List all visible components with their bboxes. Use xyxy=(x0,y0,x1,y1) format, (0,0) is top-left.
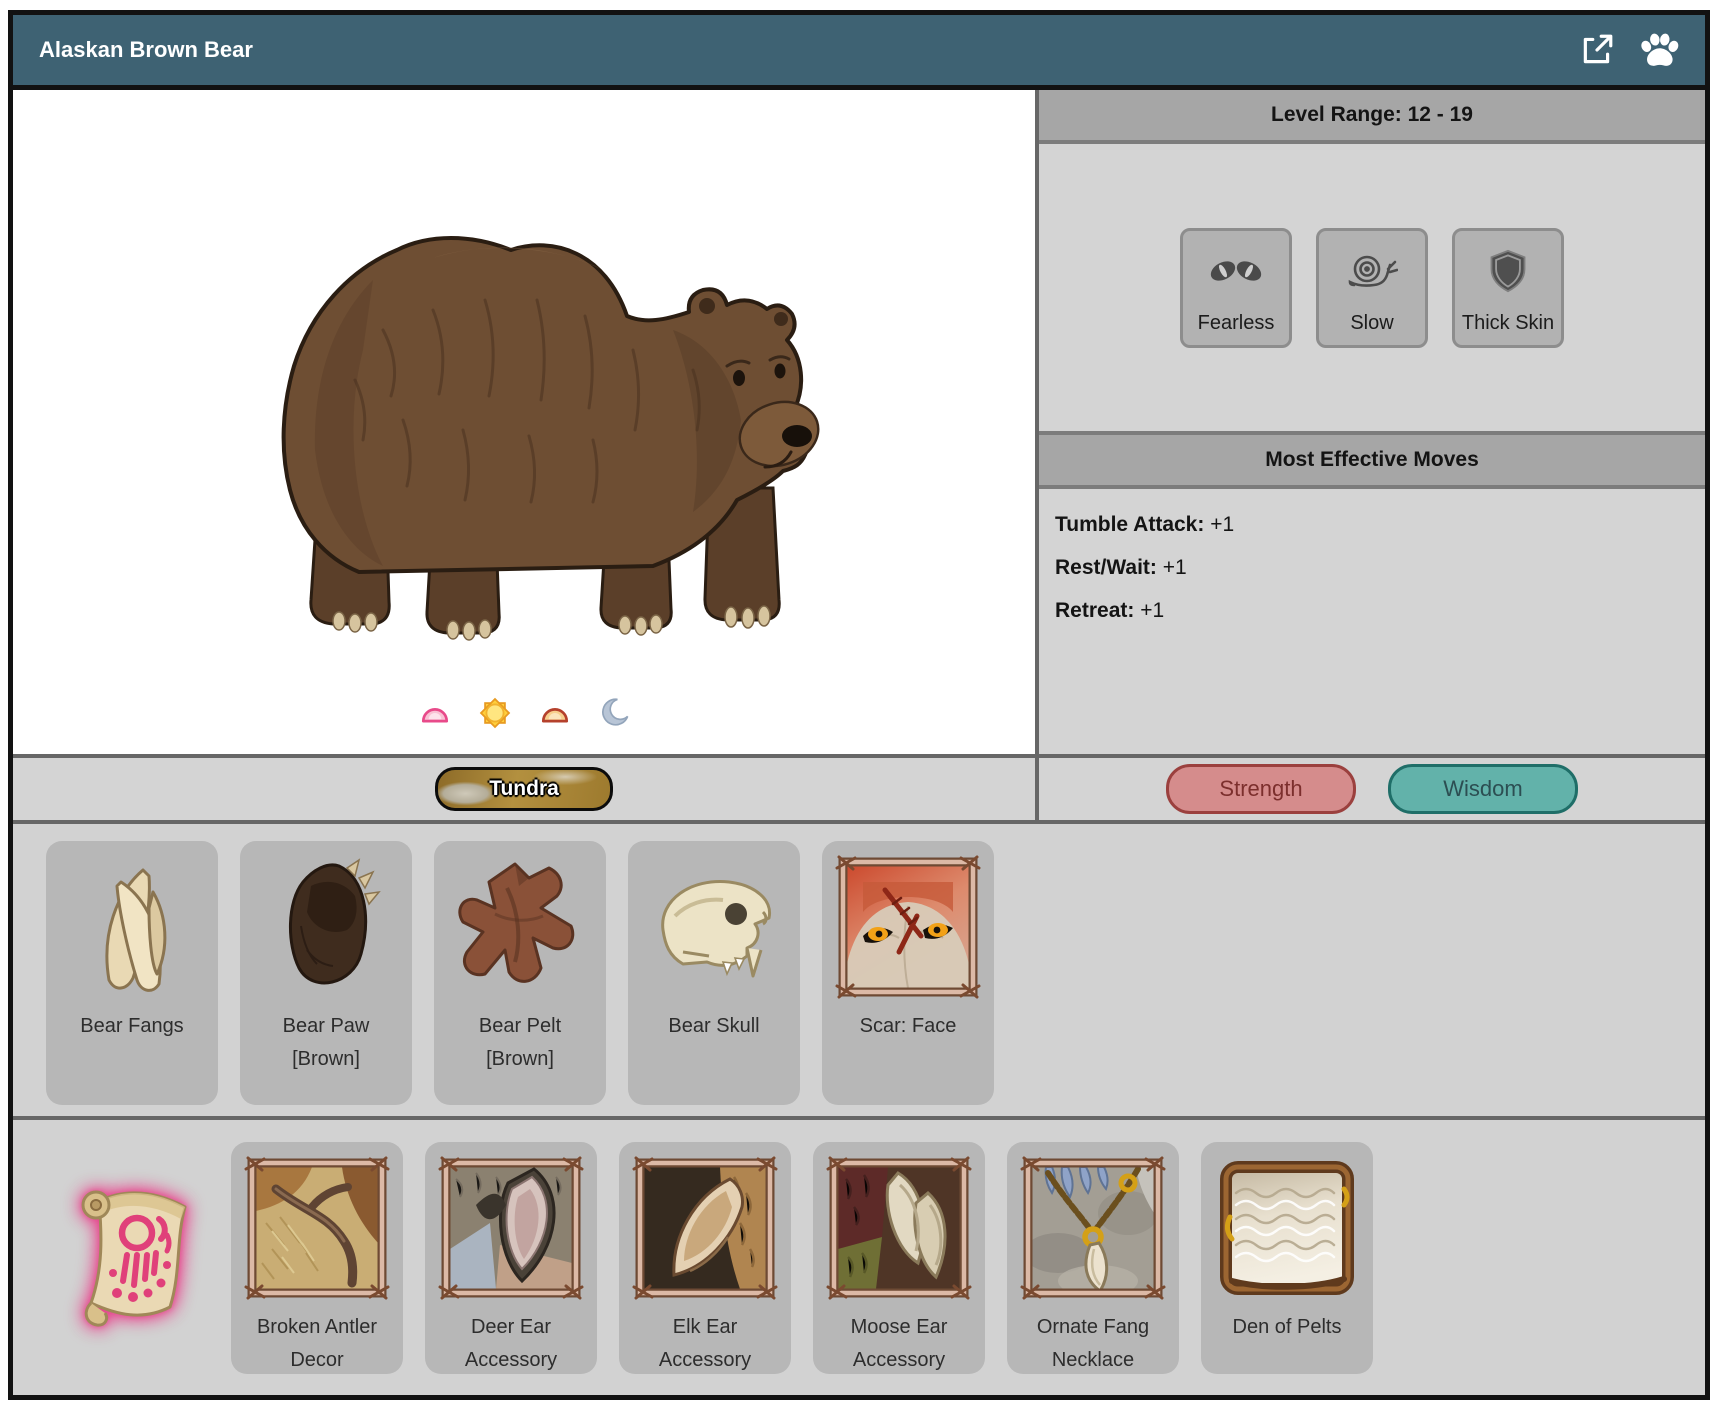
stats-panel: Level Range: 12 - 19 Fearle xyxy=(1039,90,1705,754)
item-label: Moose EarAccessory xyxy=(851,1311,948,1377)
bear-pelt-icon xyxy=(445,852,595,1002)
drop-item-bear-skull[interactable]: Bear Skull xyxy=(628,841,800,1105)
sunset-icon xyxy=(537,695,573,736)
item-label: Den of Pelts xyxy=(1233,1311,1342,1344)
cat-eyes-icon xyxy=(1208,231,1264,312)
drop-item-bear-pelt[interactable]: Bear Pelt[Brown] xyxy=(434,841,606,1105)
drop-item-scar-face[interactable]: Scar: Face xyxy=(822,841,994,1105)
decor-item-elk-ear[interactable]: Elk EarAccessory xyxy=(619,1142,791,1374)
decor-item-ornate-fang-necklace[interactable]: Ornate FangNecklace xyxy=(1007,1142,1179,1374)
decor-item-broken-antler[interactable]: Broken AntlerDecor xyxy=(231,1142,403,1374)
external-link-icon[interactable] xyxy=(1579,32,1615,68)
title-bar: Alaskan Brown Bear xyxy=(13,15,1705,90)
creature-panel xyxy=(13,90,1039,754)
drops-section: Bear Fangs xyxy=(13,820,1705,1116)
moose-ear-accessory-icon xyxy=(824,1153,974,1303)
sunrise-icon xyxy=(417,695,453,736)
biome-band: Tundra xyxy=(13,758,1039,820)
title-bar-icons xyxy=(1579,31,1679,69)
broken-antler-decor-icon xyxy=(242,1153,392,1303)
item-label: Bear Fangs xyxy=(80,1010,183,1043)
creature-image-alaskan-brown-bear xyxy=(123,120,923,685)
drop-item-bear-fangs[interactable]: Bear Fangs xyxy=(46,841,218,1105)
bear-paw-icon xyxy=(251,852,401,1002)
trait-label: Fearless xyxy=(1198,312,1275,335)
decor-item-deer-ear[interactable]: Deer EarAccessory xyxy=(425,1142,597,1374)
trait-label: Thick Skin xyxy=(1462,312,1554,335)
move-line: Tumble Attack: +1 xyxy=(1055,513,1689,537)
page-title: Alaskan Brown Bear xyxy=(39,37,253,63)
activity-times xyxy=(13,695,1035,736)
wisdom-button[interactable]: Wisdom xyxy=(1388,764,1578,814)
item-label: Ornate FangNecklace xyxy=(1037,1311,1149,1377)
trait-fearless[interactable]: Fearless xyxy=(1180,228,1292,348)
trait-thick-skin[interactable]: Thick Skin xyxy=(1452,228,1564,348)
decor-item-moose-ear[interactable]: Moose EarAccessory xyxy=(813,1142,985,1374)
trait-label: Slow xyxy=(1350,312,1393,335)
biome-badge-tundra[interactable]: Tundra xyxy=(435,767,613,811)
drop-item-bear-paw[interactable]: Bear Paw[Brown] xyxy=(240,841,412,1105)
item-label: Scar: Face xyxy=(860,1010,957,1043)
shield-icon xyxy=(1486,231,1530,312)
sun-icon xyxy=(477,695,513,736)
stat-band: Strength Wisdom xyxy=(1039,758,1705,820)
paw-icon[interactable] xyxy=(1637,31,1679,69)
strength-button[interactable]: Strength xyxy=(1166,764,1356,814)
moves-list: Tumble Attack: +1 Rest/Wait: +1 Retreat:… xyxy=(1039,489,1705,754)
scar-face-icon xyxy=(833,852,983,1002)
main-area: Level Range: 12 - 19 Fearle xyxy=(13,90,1705,754)
move-line: Rest/Wait: +1 xyxy=(1055,556,1689,580)
bear-fangs-icon xyxy=(57,852,207,1002)
item-label: Bear Paw[Brown] xyxy=(283,1010,370,1076)
item-label: Bear Pelt[Brown] xyxy=(479,1010,561,1076)
item-label: Broken AntlerDecor xyxy=(257,1311,377,1377)
den-of-pelts-icon xyxy=(1212,1153,1362,1303)
item-label: Deer EarAccessory xyxy=(465,1311,557,1377)
move-line: Retreat: +1 xyxy=(1055,599,1689,623)
trait-slow[interactable]: Slow xyxy=(1316,228,1428,348)
moon-icon xyxy=(597,696,631,735)
decor-item-den-of-pelts[interactable]: Den of Pelts xyxy=(1201,1142,1373,1374)
elk-ear-accessory-icon xyxy=(630,1153,780,1303)
level-range-header: Level Range: 12 - 19 xyxy=(1039,90,1705,144)
band-row: Tundra Strength Wisdom xyxy=(13,754,1705,820)
item-label: Bear Skull xyxy=(668,1010,759,1043)
decor-section: Broken AntlerDecor xyxy=(13,1116,1705,1395)
recipe-scroll-icon xyxy=(55,1175,207,1340)
ornate-fang-necklace-icon xyxy=(1018,1153,1168,1303)
bear-skull-icon xyxy=(639,852,789,1002)
deer-ear-accessory-icon xyxy=(436,1153,586,1303)
moves-header: Most Effective Moves xyxy=(1039,431,1705,489)
traits-row: Fearless xyxy=(1039,144,1705,431)
item-label: Elk EarAccessory xyxy=(659,1311,751,1377)
encyclopedia-page: Alaskan Brown Bear xyxy=(8,10,1710,1400)
snail-icon xyxy=(1346,231,1398,312)
